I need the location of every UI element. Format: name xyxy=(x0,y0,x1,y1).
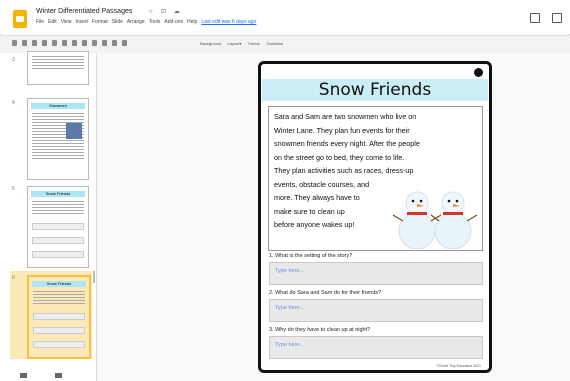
answer-placeholder: Type here... xyxy=(275,305,305,311)
comment-add-icon[interactable] xyxy=(122,40,127,46)
star-move-cloud-icons[interactable]: ☆ ⊡ ☁ xyxy=(148,8,183,15)
thumb-title: Snowmen xyxy=(49,103,67,108)
title-banner: Snow Friends xyxy=(262,79,488,101)
story-line: snowmen friends every night. After the p… xyxy=(274,139,420,148)
slide-number: 5 xyxy=(12,186,15,192)
slide-number: 3 xyxy=(12,57,15,63)
background-button[interactable]: Background xyxy=(200,41,221,46)
header-right-icons xyxy=(530,13,562,23)
grid-view-icon[interactable] xyxy=(20,373,27,378)
text-box-icon[interactable] xyxy=(82,40,87,46)
slides-logo-icon[interactable] xyxy=(13,10,27,28)
story-line: on the street go to bed, they come to li… xyxy=(274,152,405,162)
toolbar-labels: Background Layout▾ Theme Transition xyxy=(200,41,283,46)
thumb-title: Snow Friends xyxy=(45,191,71,196)
menu-view[interactable]: View xyxy=(61,19,72,25)
list-view-icon[interactable] xyxy=(55,373,62,378)
answer-box-1[interactable]: Type here... xyxy=(269,262,483,285)
story-line: Winter Lane. They plan fun events for th… xyxy=(274,125,410,135)
question-3-label: 3. Why do they have to clean up at night… xyxy=(269,327,371,333)
slide-thumb-4[interactable]: Snowmen xyxy=(27,98,89,180)
menu-arrange[interactable]: Arrange xyxy=(127,19,145,25)
answer-placeholder: Type here... xyxy=(275,342,305,348)
present-icon[interactable] xyxy=(552,13,562,23)
answer-box-2[interactable]: Type here... xyxy=(269,299,483,322)
worksheet-slide[interactable]: Snow Friends Sara and Sam are two snowme… xyxy=(258,61,492,373)
layout-button[interactable]: Layout▾ xyxy=(227,41,241,46)
menu-help[interactable]: Help xyxy=(187,19,197,25)
menu-edit[interactable]: Edit xyxy=(48,19,57,25)
line-icon[interactable] xyxy=(112,40,117,46)
question-1-label: 1. What is the setting of the story? xyxy=(269,253,353,259)
slide-title[interactable]: Snow Friends xyxy=(262,80,488,100)
slide-filmstrip[interactable]: 3 4 Snowmen 5 Snow Friends 6 Snow Friend… xyxy=(0,51,97,381)
select-icon[interactable] xyxy=(72,40,77,46)
answer-box-3[interactable]: Type here... xyxy=(269,336,483,359)
snowmen-clipart xyxy=(392,191,478,249)
panel-resize-handle[interactable] xyxy=(93,271,95,283)
slide-thumb-5[interactable]: Snow Friends xyxy=(27,186,89,268)
redo-icon[interactable] xyxy=(32,40,37,46)
filmstrip-view-toggles xyxy=(20,373,62,378)
menu-bar: File Edit View Insert Format Slide Arran… xyxy=(36,19,256,25)
story-text-box[interactable]: Sara and Sam are two snowmen who live on… xyxy=(268,106,483,251)
document-title[interactable]: Winter Differentiated Passages xyxy=(36,8,132,15)
menu-addons[interactable]: Add-ons xyxy=(164,19,183,25)
menu-tools[interactable]: Tools xyxy=(149,19,161,25)
snowman-left-icon xyxy=(392,191,442,249)
zoom-icon[interactable] xyxy=(62,40,67,46)
app-header: Winter Differentiated Passages ☆ ⊡ ☁ Fil… xyxy=(0,0,570,34)
theme-button[interactable]: Theme xyxy=(247,41,259,46)
slide-number: 6 xyxy=(12,275,15,281)
toolbar-icons xyxy=(12,40,127,46)
last-edit-link[interactable]: Last edit was 6 days ago xyxy=(201,19,256,25)
copyright-text: ©Some Tiny Education 2021 xyxy=(436,364,481,368)
transition-button[interactable]: Transition xyxy=(266,41,283,46)
comments-icon[interactable] xyxy=(530,13,540,23)
new-slide-icon[interactable] xyxy=(12,40,17,46)
menu-insert[interactable]: Insert xyxy=(75,19,88,25)
shape-icon[interactable] xyxy=(102,40,107,46)
slide-thumb-6-selected[interactable]: Snow Friends xyxy=(27,275,91,359)
question-2-label: 2. What do Sara and Sam do for their fri… xyxy=(269,290,382,296)
corner-dot-icon xyxy=(474,68,483,77)
story-line: They plan activities such as races, dres… xyxy=(274,166,414,175)
print-icon[interactable] xyxy=(42,40,47,46)
paint-format-icon[interactable] xyxy=(52,40,57,46)
image-icon[interactable] xyxy=(92,40,97,46)
undo-icon[interactable] xyxy=(22,40,27,46)
menu-slide[interactable]: Slide xyxy=(112,19,123,25)
menu-file[interactable]: File xyxy=(36,19,44,25)
answer-placeholder: Type here... xyxy=(275,268,305,274)
thumb-title: Snow Friends xyxy=(46,281,72,286)
thumb-photo xyxy=(66,123,82,139)
story-line: Sara and Sam are two snowmen who live on xyxy=(274,112,417,121)
snowman-right-icon xyxy=(430,191,478,249)
menu-format[interactable]: Format xyxy=(92,19,108,25)
slide-number: 4 xyxy=(12,100,15,106)
slide-thumb-3[interactable] xyxy=(27,51,89,85)
